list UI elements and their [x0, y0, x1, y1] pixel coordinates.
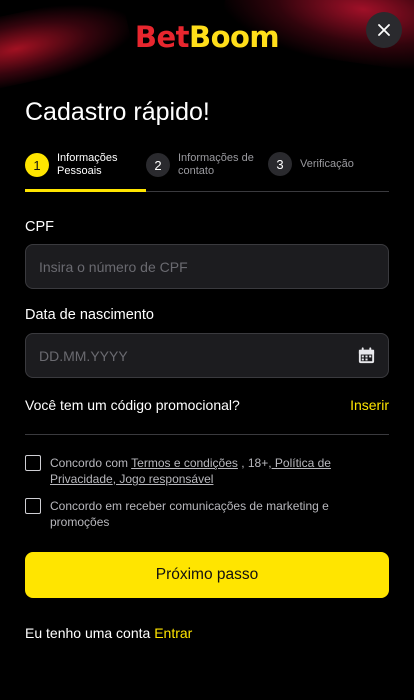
- active-step-indicator: [25, 189, 146, 192]
- page-title: Cadastro rápido!: [25, 98, 210, 126]
- brand-logo: BetBoom: [0, 20, 414, 54]
- login-link[interactable]: Entrar: [154, 625, 192, 641]
- step-number: 2: [146, 153, 170, 177]
- step-label-line: contato: [178, 165, 215, 177]
- step-personal-info[interactable]: 1 Informações Pessoais: [25, 152, 147, 178]
- login-prefix: Eu tenho uma conta: [25, 625, 155, 641]
- responsible-gaming-link[interactable]: Jogo responsável: [116, 472, 213, 486]
- marketing-consent-row: Concordo em receber comunicações de mark…: [25, 498, 389, 530]
- calendar-icon[interactable]: [357, 346, 376, 365]
- cpf-field[interactable]: [25, 244, 389, 289]
- marketing-consent-text: Concordo em receber comunicações de mark…: [50, 499, 329, 529]
- logo-bet: Bet: [134, 20, 190, 54]
- promo-code-row: Você tem um código promocional? Inserir: [25, 397, 389, 413]
- promo-question: Você tem um código promocional?: [25, 397, 240, 413]
- terms-consent-text: Concordo com Termos e condições , 18+, P…: [50, 455, 389, 487]
- step-label-line: Informações: [57, 152, 118, 164]
- close-icon: [378, 24, 390, 36]
- cpf-input[interactable]: [26, 245, 388, 288]
- terms-checkbox[interactable]: [25, 455, 41, 471]
- step-number: 1: [25, 153, 49, 177]
- terms-link[interactable]: Termos e condições: [131, 456, 238, 470]
- step-label: Verificação: [300, 158, 354, 171]
- insert-promo-link[interactable]: Inserir: [350, 397, 389, 413]
- step-verification[interactable]: 3 Verificação: [268, 152, 389, 176]
- next-step-button[interactable]: Próximo passo: [25, 552, 389, 598]
- step-label: Informações de contato: [178, 152, 254, 178]
- step-label-line: Informações de: [178, 152, 254, 164]
- step-number: 3: [268, 152, 292, 176]
- birthdate-input[interactable]: [26, 334, 388, 377]
- login-prompt: Eu tenho uma conta Entrar: [25, 625, 192, 641]
- terms-consent-row: Concordo com Termos e condições , 18+, P…: [25, 455, 389, 487]
- step-label-line: Pessoais: [57, 165, 102, 177]
- registration-stepper: 1 Informações Pessoais 2 Informações de …: [25, 150, 389, 192]
- step-label: Informações Pessoais: [57, 152, 118, 178]
- birthdate-label: Data de nascimento: [25, 307, 154, 323]
- birthdate-field[interactable]: [25, 333, 389, 378]
- step-label-line: Verificação: [300, 157, 354, 170]
- step-contact-info[interactable]: 2 Informações de contato: [146, 152, 264, 178]
- marketing-checkbox[interactable]: [25, 498, 41, 514]
- divider: [25, 434, 389, 435]
- terms-middle: , 18+,: [237, 456, 272, 470]
- cpf-label: CPF: [25, 219, 54, 235]
- close-button[interactable]: [366, 12, 402, 48]
- logo-boom: Boom: [188, 20, 280, 54]
- terms-prefix: Concordo com: [50, 456, 132, 470]
